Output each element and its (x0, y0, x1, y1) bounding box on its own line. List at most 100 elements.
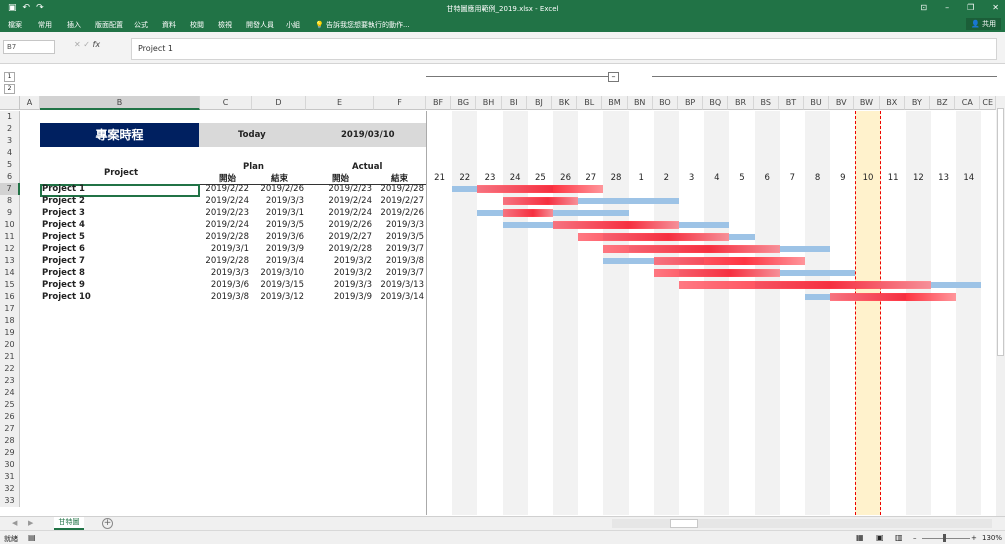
tab-data[interactable]: 資料 (162, 20, 176, 30)
project-plan-end[interactable]: 2019/3/6 (252, 231, 304, 243)
col-header-F[interactable]: F (374, 96, 426, 110)
project-plan-start[interactable]: 2019/2/22 (200, 183, 249, 195)
tell-me-box[interactable]: 💡 告訴我您想要執行的動作... (315, 20, 410, 30)
project-act-start[interactable]: 2019/2/28 (306, 243, 372, 255)
project-plan-end[interactable]: 2019/3/15 (252, 279, 304, 291)
col-header-C[interactable]: C (200, 96, 252, 110)
project-plan-end[interactable]: 2019/3/12 (252, 291, 304, 303)
select-all[interactable] (0, 96, 20, 110)
vertical-scrollbar[interactable] (996, 96, 1005, 516)
project-plan-start[interactable]: 2019/2/23 (200, 207, 249, 219)
row-header-26[interactable]: 26 (0, 411, 20, 423)
project-act-end[interactable]: 2019/2/26 (374, 207, 424, 219)
project-plan-start[interactable]: 2019/2/28 (200, 255, 249, 267)
row-header-19[interactable]: 19 (0, 327, 20, 339)
name-box[interactable]: B7 (3, 40, 55, 54)
col-header-BF[interactable]: BF (426, 96, 452, 110)
minimize-icon[interactable]: – (945, 3, 949, 12)
vertical-scroll-thumb[interactable] (997, 108, 1004, 356)
project-act-start[interactable]: 2019/2/27 (306, 231, 372, 243)
project-name[interactable]: Project 4 (42, 219, 192, 231)
row-header-32[interactable]: 32 (0, 483, 20, 495)
tab-developer[interactable]: 開發人員 (246, 20, 274, 30)
row-header-21[interactable]: 21 (0, 351, 20, 363)
row-header-15[interactable]: 15 (0, 279, 20, 291)
project-name[interactable]: Project 8 (42, 267, 192, 279)
row-header-14[interactable]: 14 (0, 267, 20, 279)
col-header-BO[interactable]: BO (652, 96, 678, 110)
col-header-CA[interactable]: CA (955, 96, 981, 110)
ribbon-display-icon[interactable]: ⊡ (920, 3, 927, 12)
zoom-in-icon[interactable]: + (971, 534, 977, 542)
zoom-slider-thumb[interactable] (943, 534, 946, 542)
project-name[interactable]: Project 6 (42, 243, 192, 255)
project-plan-end[interactable]: 2019/3/4 (252, 255, 304, 267)
row-header-29[interactable]: 29 (0, 447, 20, 459)
sheet-tab-gantt[interactable]: 甘特圖 (54, 517, 84, 530)
project-name[interactable]: Project 3 (42, 207, 192, 219)
tab-file[interactable]: 檔案 (8, 20, 22, 30)
share-button[interactable]: 👤 共用 (966, 18, 1001, 30)
project-plan-start[interactable]: 2019/2/28 (200, 231, 249, 243)
col-header-BP[interactable]: BP (678, 96, 704, 110)
row-header-27[interactable]: 27 (0, 423, 20, 435)
project-name[interactable]: Project 1 (42, 183, 192, 195)
row-header-10[interactable]: 10 (0, 219, 20, 231)
row-header-11[interactable]: 11 (0, 231, 20, 243)
row-header-20[interactable]: 20 (0, 339, 20, 351)
project-plan-start[interactable]: 2019/3/6 (200, 279, 249, 291)
row-header-5[interactable]: 5 (0, 159, 20, 171)
outline-level-1[interactable]: 1 (4, 72, 15, 82)
col-header-BS[interactable]: BS (753, 96, 779, 110)
tab-formulas[interactable]: 公式 (134, 20, 148, 30)
col-header-B[interactable]: B (40, 96, 200, 110)
tab-view[interactable]: 檢視 (218, 20, 232, 30)
project-plan-end[interactable]: 2019/3/3 (252, 195, 304, 207)
project-act-end[interactable]: 2019/3/7 (374, 243, 424, 255)
col-header-BW[interactable]: BW (854, 96, 880, 110)
row-header-2[interactable]: 2 (0, 123, 20, 135)
col-header-D[interactable]: D (252, 96, 306, 110)
col-header-BQ[interactable]: BQ (703, 96, 729, 110)
project-act-start[interactable]: 2019/3/2 (306, 255, 372, 267)
project-plan-start[interactable]: 2019/2/24 (200, 195, 249, 207)
horizontal-scroll-thumb[interactable] (670, 519, 698, 528)
col-header-BH[interactable]: BH (476, 96, 502, 110)
project-name[interactable]: Project 2 (42, 195, 192, 207)
col-header-BI[interactable]: BI (501, 96, 527, 110)
col-header-BG[interactable]: BG (451, 96, 477, 110)
project-name[interactable]: Project 10 (42, 291, 192, 303)
project-act-end[interactable]: 2019/3/5 (374, 231, 424, 243)
col-header-BK[interactable]: BK (552, 96, 578, 110)
formula-input[interactable]: Project 1 (131, 38, 997, 60)
col-header-BM[interactable]: BM (602, 96, 628, 110)
col-header-CE[interactable]: CE (980, 96, 996, 110)
row-header-22[interactable]: 22 (0, 363, 20, 375)
tab-page-layout[interactable]: 版面配置 (95, 20, 123, 30)
project-act-start[interactable]: 2019/3/9 (306, 291, 372, 303)
project-plan-start[interactable]: 2019/3/8 (200, 291, 249, 303)
col-header-BR[interactable]: BR (728, 96, 754, 110)
normal-view-icon[interactable]: ▦ (856, 533, 864, 542)
project-plan-end[interactable]: 2019/3/10 (252, 267, 304, 279)
page-layout-view-icon[interactable]: ▣ (876, 533, 884, 542)
col-header-BY[interactable]: BY (904, 96, 930, 110)
outline-collapse-button[interactable]: – (608, 72, 619, 82)
project-plan-end[interactable]: 2019/3/5 (252, 219, 304, 231)
row-header-31[interactable]: 31 (0, 471, 20, 483)
col-header-BX[interactable]: BX (879, 96, 905, 110)
project-act-end[interactable]: 2019/2/27 (374, 195, 424, 207)
row-header-8[interactable]: 8 (0, 195, 20, 207)
zoom-level[interactable]: 130% (982, 534, 1002, 542)
project-plan-start[interactable]: 2019/3/1 (200, 243, 249, 255)
col-header-E[interactable]: E (306, 96, 374, 110)
project-act-end[interactable]: 2019/2/28 (374, 183, 424, 195)
row-header-6[interactable]: 6 (0, 171, 20, 183)
row-header-33[interactable]: 33 (0, 495, 20, 507)
project-act-start[interactable]: 2019/2/23 (306, 183, 372, 195)
project-plan-end[interactable]: 2019/2/26 (252, 183, 304, 195)
row-header-13[interactable]: 13 (0, 255, 20, 267)
zoom-slider[interactable] (922, 538, 970, 539)
add-sheet-button[interactable]: + (102, 518, 113, 529)
col-header-BV[interactable]: BV (829, 96, 855, 110)
